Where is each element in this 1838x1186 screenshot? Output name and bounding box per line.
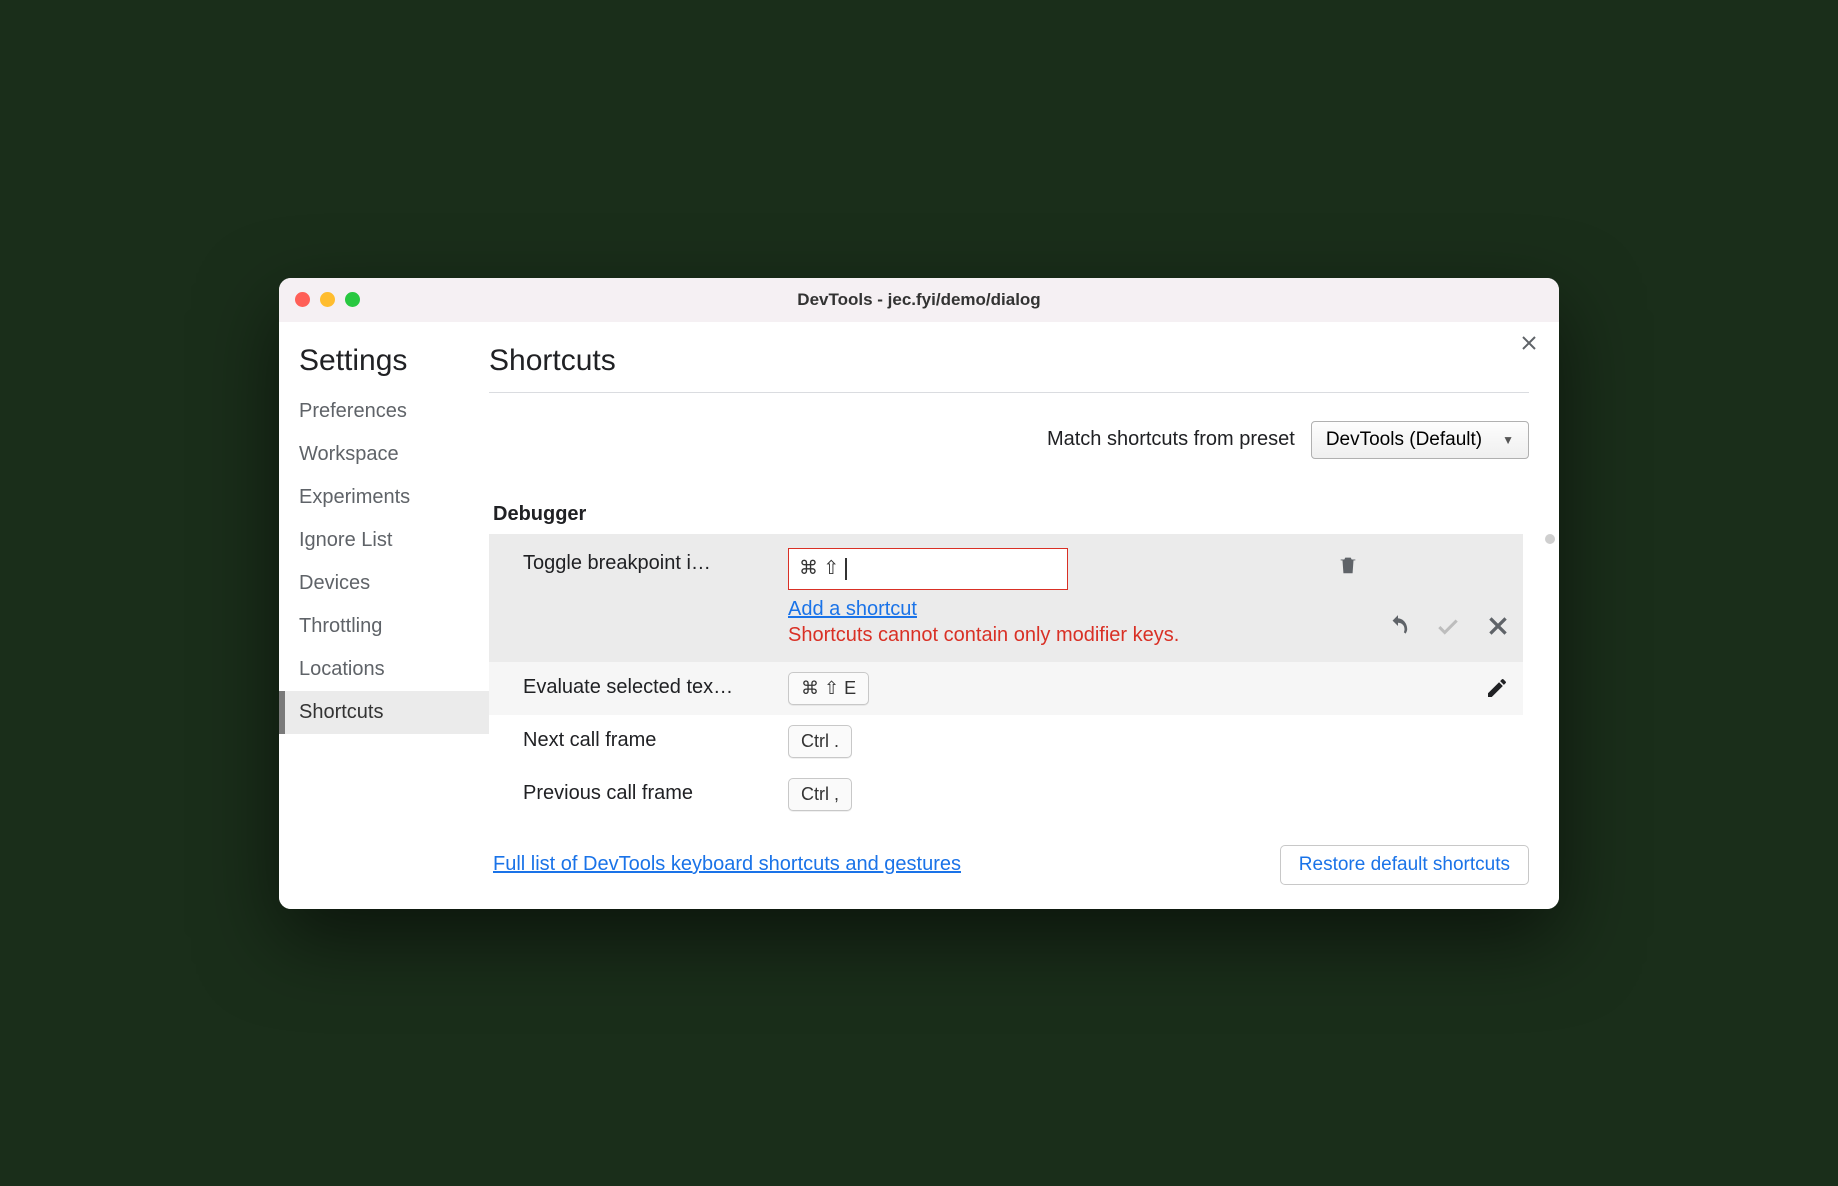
- page-title: Shortcuts: [489, 344, 1529, 393]
- titlebar: DevTools - jec.fyi/demo/dialog: [279, 278, 1559, 322]
- shortcut-label: Toggle breakpoint i…: [523, 548, 788, 575]
- shortcut-row: Evaluate selected tex… ⌘ ⇧ E: [489, 662, 1523, 715]
- x-icon: [1485, 613, 1511, 639]
- sidebar-item-ignore-list[interactable]: Ignore List: [279, 519, 489, 562]
- chevron-down-icon: ▼: [1502, 433, 1514, 447]
- shortcut-kbd: ⌘ ⇧ E: [788, 672, 869, 705]
- shortcut-label: Evaluate selected tex…: [523, 672, 788, 699]
- sidebar-item-workspace[interactable]: Workspace: [279, 433, 489, 476]
- undo-icon: [1385, 613, 1411, 639]
- window-close-button[interactable]: [295, 292, 310, 307]
- shortcut-row: Next call frame Ctrl .: [489, 715, 1523, 768]
- sidebar-item-locations[interactable]: Locations: [279, 648, 489, 691]
- window-minimize-button[interactable]: [320, 292, 335, 307]
- shortcut-value-col: ⌘ ⇧ E: [788, 672, 1485, 705]
- preset-select-value: DevTools (Default): [1326, 429, 1482, 451]
- preset-row: Match shortcuts from preset DevTools (De…: [489, 421, 1529, 459]
- shortcut-label: Previous call frame: [523, 778, 788, 805]
- sidebar: Settings Preferences Workspace Experimen…: [279, 322, 489, 909]
- confirm-button[interactable]: [1435, 613, 1461, 644]
- restore-defaults-button[interactable]: Restore default shortcuts: [1280, 845, 1529, 885]
- preset-label: Match shortcuts from preset: [1047, 428, 1295, 451]
- edit-actions: [1385, 613, 1515, 648]
- preset-select[interactable]: DevTools (Default) ▼: [1311, 421, 1529, 459]
- shortcut-list: Toggle breakpoint i… ⌘ ⇧ Add a shortcut …: [489, 534, 1529, 821]
- section-title: Debugger: [489, 503, 1529, 526]
- cancel-button[interactable]: [1485, 613, 1511, 644]
- shortcut-kbd: Ctrl .: [788, 725, 852, 758]
- shortcut-input[interactable]: ⌘ ⇧: [788, 548, 1068, 590]
- sidebar-item-devices[interactable]: Devices: [279, 562, 489, 605]
- main-panel: Shortcuts Match shortcuts from preset De…: [489, 322, 1559, 909]
- traffic-lights: [295, 292, 360, 307]
- full-list-link[interactable]: Full list of DevTools keyboard shortcuts…: [493, 853, 961, 876]
- shortcut-value-col: ⌘ ⇧ Add a shortcut Shortcuts cannot cont…: [788, 548, 1337, 648]
- shortcut-input-value: ⌘ ⇧: [799, 557, 839, 580]
- undo-button[interactable]: [1385, 613, 1411, 644]
- shortcut-row-editing: Toggle breakpoint i… ⌘ ⇧ Add a shortcut …: [489, 534, 1523, 662]
- check-icon: [1435, 613, 1461, 639]
- text-cursor: [845, 558, 846, 580]
- body: Settings Preferences Workspace Experimen…: [279, 322, 1559, 909]
- shortcut-value-col: Ctrl ,: [788, 778, 1515, 811]
- shortcut-label: Next call frame: [523, 725, 788, 752]
- sidebar-item-throttling[interactable]: Throttling: [279, 605, 489, 648]
- window-maximize-button[interactable]: [345, 292, 360, 307]
- delete-shortcut-button[interactable]: [1337, 548, 1385, 576]
- shortcut-row: Previous call frame Ctrl ,: [489, 768, 1523, 821]
- add-shortcut-link[interactable]: Add a shortcut: [788, 598, 917, 621]
- sidebar-item-shortcuts[interactable]: Shortcuts: [279, 691, 489, 734]
- sidebar-title: Settings: [279, 344, 489, 390]
- close-icon: [1521, 335, 1537, 351]
- footer: Full list of DevTools keyboard shortcuts…: [489, 845, 1529, 885]
- pencil-icon: [1485, 676, 1509, 700]
- sidebar-item-experiments[interactable]: Experiments: [279, 476, 489, 519]
- window-title: DevTools - jec.fyi/demo/dialog: [797, 290, 1040, 310]
- shortcut-value-col: Ctrl .: [788, 725, 1515, 758]
- trash-icon: [1337, 554, 1359, 576]
- sidebar-item-preferences[interactable]: Preferences: [279, 390, 489, 433]
- error-message: Shortcuts cannot contain only modifier k…: [788, 623, 1188, 648]
- shortcut-kbd: Ctrl ,: [788, 778, 852, 811]
- app-window: DevTools - jec.fyi/demo/dialog Settings …: [279, 278, 1559, 909]
- close-panel-button[interactable]: [1521, 334, 1537, 357]
- scrollbar-thumb[interactable]: [1545, 534, 1555, 544]
- edit-shortcut-button[interactable]: [1485, 672, 1515, 700]
